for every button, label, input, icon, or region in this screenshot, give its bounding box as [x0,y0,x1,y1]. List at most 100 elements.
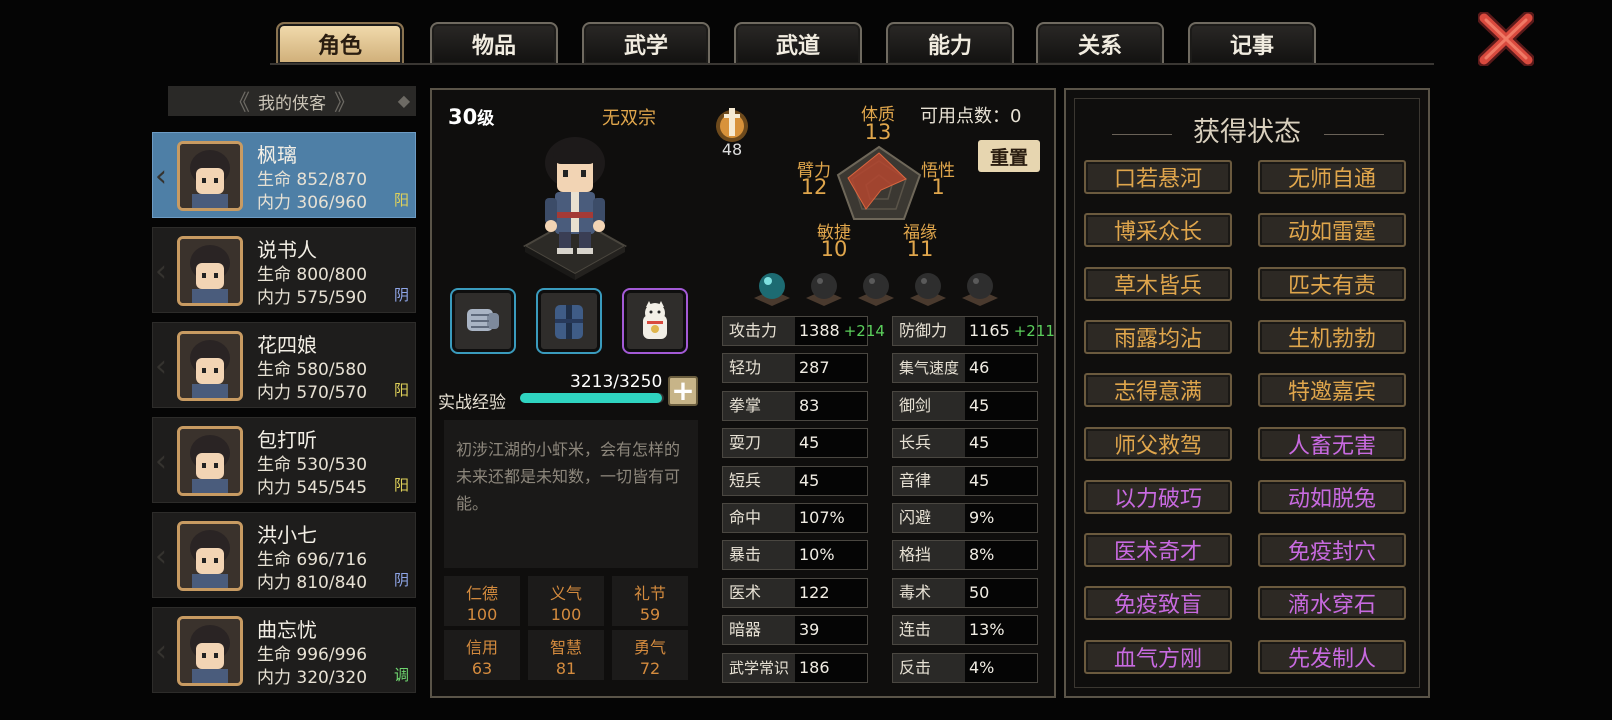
stat-value-cell: 10% [795,541,867,570]
attr-fortune-value: 11 [906,237,934,261]
reset-button[interactable]: 重置 [978,140,1040,172]
stat-row: 长兵 45 [892,428,1038,459]
hero-name: 曲忘忧 [257,618,317,642]
status-effect[interactable]: 志得意满 [1084,373,1232,408]
tab-relations[interactable]: 关系 [1036,22,1164,64]
stat-row: 暴击 10% [722,540,868,571]
stat-row: 集气速度 46 [892,353,1038,384]
stat-value: 13% [969,620,1005,640]
empty-socket-icon[interactable] [908,266,948,306]
status-effect[interactable]: 动如脱兔 [1258,479,1406,514]
tab-abilities[interactable]: 能力 [886,22,1014,64]
status-effect[interactable]: 免疫封穴 [1258,533,1406,568]
stat-label: 耍刀 [723,429,795,458]
stat-row: 攻击力 1388 +214 [722,316,885,346]
status-effect[interactable]: 人畜无害 [1258,426,1406,461]
stat-value: 10% [799,545,835,565]
hero-card[interactable]: ‹ 洪小七 生命 696/716 内力 810/840 阴 [152,512,416,598]
status-effect[interactable]: 无师自通 [1258,160,1406,194]
status-effect[interactable]: 师父救驾 [1084,426,1232,461]
stat-row: 拳掌 83 [722,390,868,421]
virtue-value: 100 [550,605,582,624]
status-effect[interactable]: 免疫致盲 [1084,586,1232,621]
hero-portrait [177,426,243,496]
tab-journal[interactable]: 记事 [1188,22,1316,64]
hero-portrait [177,331,243,401]
stat-value: 50 [969,582,990,602]
stat-label: 闪避 [893,504,965,532]
gauntlet-slot[interactable] [450,288,516,354]
hero-yinyang-tag: 阳 [393,191,409,209]
gem-socket-icon[interactable] [752,266,792,306]
hero-mp: 内力 575/590 [257,288,368,308]
empty-socket-icon[interactable] [856,266,896,306]
hero-card[interactable]: ‹ 枫璃 生命 852/870 内力 306/960 阳 [152,132,416,218]
chevron-left-icon: ‹ [155,634,167,669]
tab-martial-way[interactable]: 武道 [734,22,862,64]
exp-label: 实战经验 [438,393,506,413]
virtue-value: 63 [471,659,493,678]
hero-card[interactable]: ‹ 花四娘 生命 580/580 内力 570/570 阳 [152,322,416,408]
armor-icon [555,305,583,339]
chevron-left-icon: 《 [227,91,250,116]
status-effect[interactable]: 先发制人 [1258,639,1406,674]
stat-label: 防御力 [893,317,965,345]
hero-card[interactable]: ‹ 曲忘忧 生命 996/996 内力 320/320 调 [152,607,416,693]
hero-hp: 生命 800/800 [257,265,368,285]
status-effect[interactable]: 匹夫有责 [1258,266,1406,301]
hero-card[interactable]: ‹ 说书人 生命 800/800 内力 575/590 阴 [152,227,416,313]
status-effect[interactable]: 以力破巧 [1084,479,1232,514]
close-x-icon[interactable] [1477,11,1535,67]
virtue-cell: 礼节 59 [612,576,688,626]
stat-value-cell: 9% [965,504,1037,532]
hero-mp: 内力 570/570 [257,383,368,403]
hero-hp: 生命 996/996 [257,645,368,665]
virtue-value: 81 [555,659,577,678]
tab-character[interactable]: 角色 [276,22,404,64]
status-effect[interactable]: 医术奇才 [1084,533,1232,568]
chevron-left-icon: ‹ [155,444,167,479]
armor-slot[interactable] [536,288,602,354]
status-effect[interactable]: 雨露均沾 [1084,319,1232,354]
stat-value: 287 [799,358,830,378]
empty-socket-icon[interactable] [960,266,1000,306]
hero-card[interactable]: ‹ 包打听 生命 530/530 内力 545/545 阳 [152,417,416,503]
attr-agility-value: 10 [820,237,848,261]
status-effect[interactable]: 特邀嘉宾 [1258,373,1406,408]
virtue-cell: 信用 63 [444,630,520,680]
status-effect[interactable]: 口若悬河 [1084,160,1232,194]
stat-bonus: +214 [843,322,885,340]
tab-martial-arts[interactable]: 武学 [582,22,710,64]
hero-portrait [177,141,243,211]
add-exp-button[interactable]: + [668,376,698,406]
empty-socket-icon[interactable] [804,266,844,306]
stat-row: 医术 122 [722,577,868,608]
stat-label: 短兵 [723,466,795,495]
virtue-value: 59 [639,605,661,624]
status-effect[interactable]: 滴水穿石 [1258,586,1406,621]
stat-label: 集气速度 [893,354,965,383]
status-effect[interactable]: 血气方刚 [1084,639,1232,674]
status-effect[interactable]: 草木皆兵 [1084,266,1232,301]
character-sprite [522,137,628,280]
stat-row: 武学常识 186 [722,652,868,683]
lucky-cat-icon [643,301,667,339]
tab-items[interactable]: 物品 [430,22,558,64]
level-unit: 级 [477,109,495,129]
status-effect[interactable]: 动如雷霆 [1258,213,1406,248]
stat-value-cell: 1165 +211 [965,317,1055,345]
chevron-left-icon: ‹ [155,349,167,384]
stat-label: 御剑 [893,391,965,420]
stat-value-cell: 8% [965,541,1037,570]
stat-value-cell: 4% [965,653,1037,682]
stat-value: 122 [799,582,830,602]
tab-divider [270,63,1434,65]
stat-value: 8% [969,545,995,565]
stat-label: 格挡 [893,541,965,570]
status-effect[interactable]: 生机勃勃 [1258,319,1406,354]
hero-mp: 内力 320/320 [257,668,368,688]
stat-value-cell: 287 [795,354,867,383]
accessory-slot[interactable] [622,288,688,354]
hero-hp: 生命 580/580 [257,360,368,380]
status-effect[interactable]: 博采众长 [1084,213,1232,248]
